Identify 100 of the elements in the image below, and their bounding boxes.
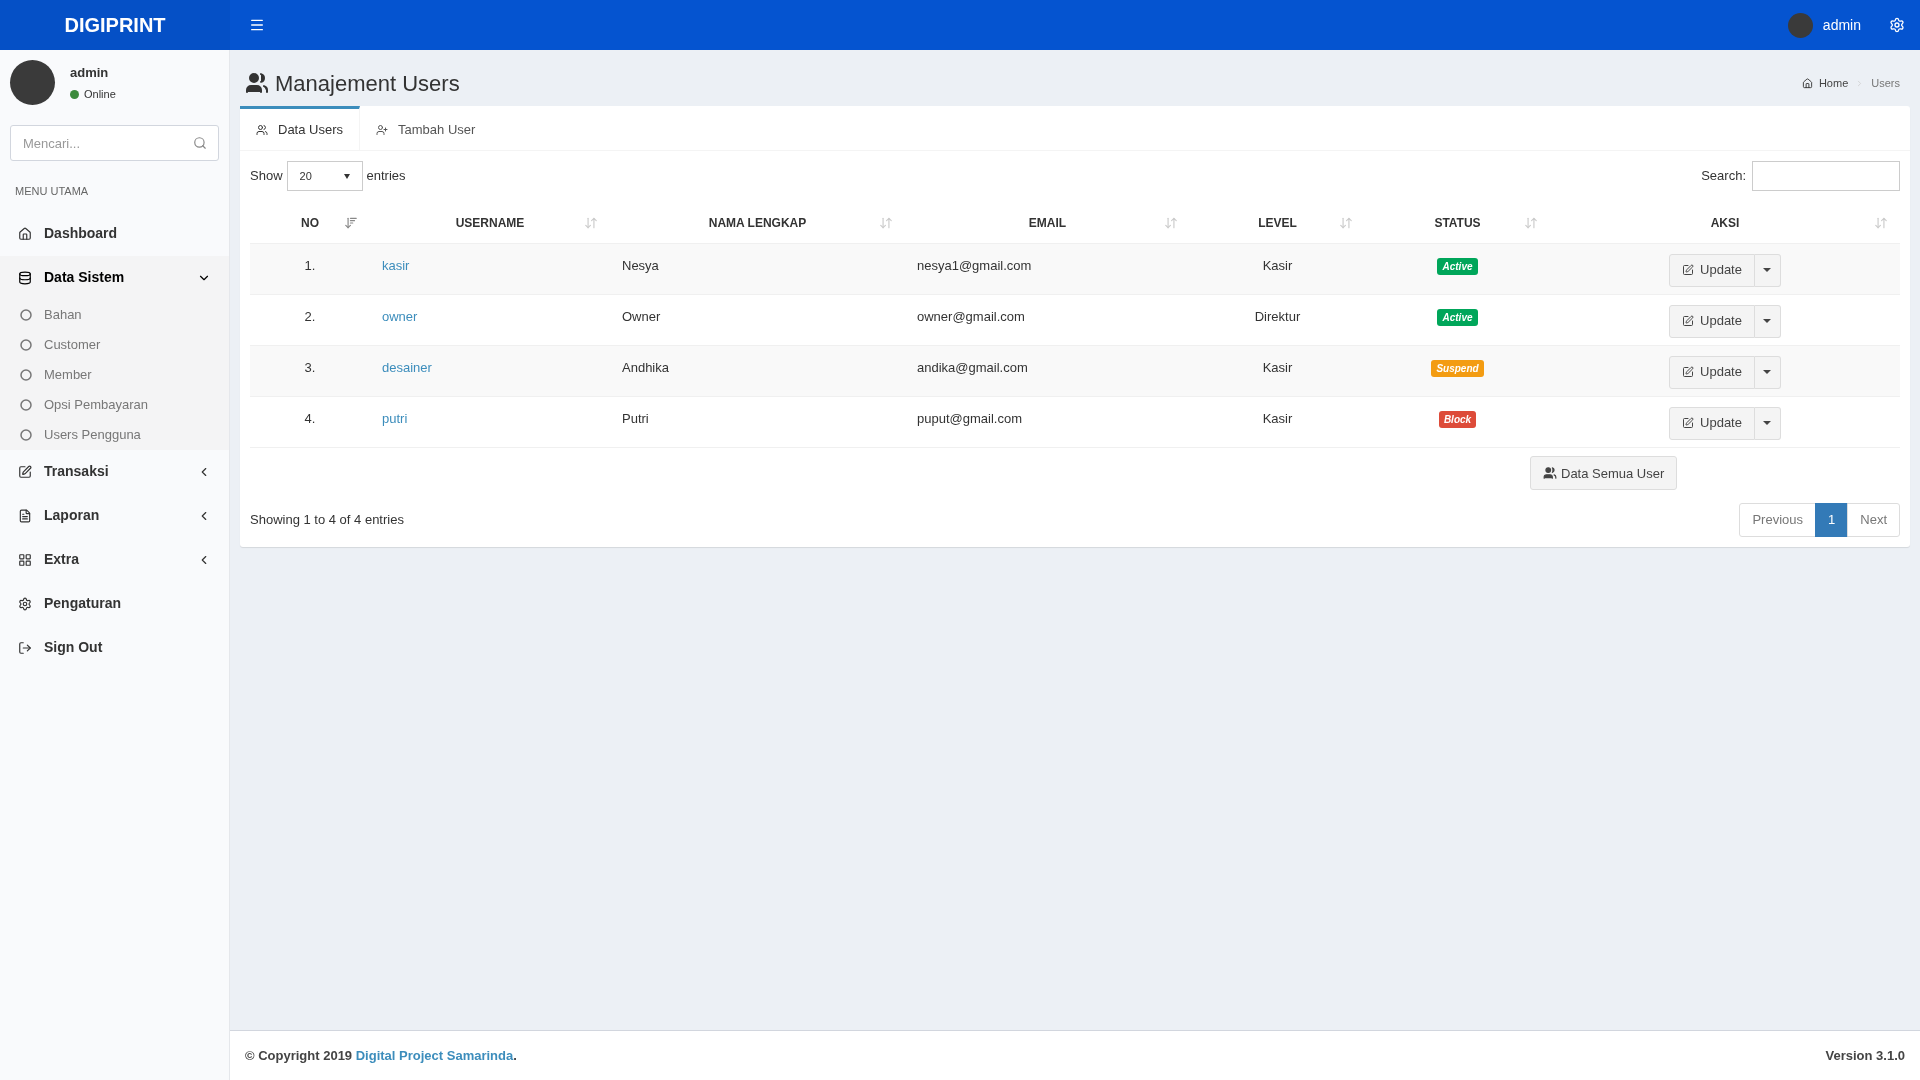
column-header[interactable]: USERNAME <box>455 215 525 230</box>
update-button[interactable]: Update <box>1669 253 1755 287</box>
submenu-item[interactable]: Users Pengguna <box>0 419 229 450</box>
user-menu[interactable]: admin <box>1822 14 1861 36</box>
entries-label: entries <box>366 167 407 186</box>
row-number: 2. <box>304 308 316 324</box>
menu-label: Pengaturan <box>44 594 122 613</box>
sort-icon[interactable] <box>1874 216 1888 230</box>
column-header[interactable]: EMAIL <box>1028 215 1067 230</box>
circle-icon <box>20 338 32 351</box>
table-cell: Kasir <box>1262 410 1293 426</box>
circle-icon <box>20 398 32 411</box>
sort-icon[interactable] <box>879 216 893 230</box>
column-header[interactable]: NAMA LENGKAP <box>708 215 807 230</box>
grid-icon <box>18 552 32 567</box>
username-link[interactable]: owner <box>382 308 418 324</box>
sort-icon[interactable] <box>1164 216 1178 230</box>
menu-item[interactable]: Pengaturan <box>0 581 229 626</box>
settings-icon <box>18 596 32 611</box>
circle-icon <box>20 308 32 321</box>
table-cell: Kasir <box>1262 257 1293 273</box>
settings-icon[interactable] <box>1889 17 1905 33</box>
breadcrumb-item[interactable]: Home <box>1818 74 1849 92</box>
table-cell: Andhika <box>622 359 669 375</box>
menu-item[interactable]: Transaksi <box>0 449 229 494</box>
row-number: 1. <box>304 257 316 273</box>
column-header[interactable]: AKSI <box>1710 215 1740 230</box>
username-link[interactable]: kasir <box>382 257 410 273</box>
menu-item[interactable]: Dashboard <box>0 211 229 256</box>
edit-icon <box>1682 264 1695 276</box>
users-icon <box>1543 466 1557 481</box>
submenu-item[interactable]: Opsi Pembayaran <box>0 389 229 420</box>
sort-ascending-icon[interactable] <box>344 216 358 230</box>
sort-icon[interactable] <box>1339 216 1353 230</box>
update-button[interactable]: Update <box>1669 304 1755 338</box>
search-label: Search: <box>1701 167 1746 186</box>
tab[interactable]: Tambah User <box>360 106 492 150</box>
update-button[interactable]: Update <box>1669 406 1755 440</box>
column-header[interactable]: STATUS <box>1434 215 1481 230</box>
dropdown-toggle[interactable] <box>1754 355 1781 389</box>
tab[interactable]: Data Users <box>240 106 361 150</box>
dropdown-toggle[interactable] <box>1754 253 1781 287</box>
submenu-item[interactable]: Bahan <box>0 299 229 330</box>
brand-logo[interactable]: DIGIPRINT <box>0 0 230 50</box>
submenu-item[interactable]: Member <box>0 359 229 390</box>
menu-label: Data Sistem <box>44 268 126 287</box>
column-header[interactable]: NO <box>301 215 319 230</box>
menu-item[interactable]: Extra <box>0 537 229 582</box>
menu-item[interactable]: Laporan <box>0 493 229 538</box>
circle-icon <box>20 428 32 441</box>
user-name: admin <box>70 63 110 82</box>
menu-item[interactable]: Data Sistem <box>0 255 229 300</box>
status-text: Online <box>84 87 116 102</box>
show-label: Show <box>250 167 283 186</box>
row-number: 4. <box>304 410 316 426</box>
pagination-button[interactable]: Previous <box>1739 503 1817 537</box>
users-icon <box>245 71 269 95</box>
column-header[interactable]: LEVEL <box>1258 215 1297 230</box>
dropdown-toggle[interactable] <box>1754 304 1781 338</box>
dropdown-toggle[interactable] <box>1754 406 1781 440</box>
table-info: Showing 1 to 4 of 4 entries <box>250 511 405 530</box>
status-badge: Block <box>1438 410 1477 428</box>
pagination-button[interactable]: Next <box>1847 503 1900 537</box>
table-cell: Direktur <box>1254 308 1301 324</box>
document-icon <box>18 508 32 523</box>
sort-icon[interactable] <box>584 216 598 230</box>
search-field[interactable]: Mencari... <box>10 125 219 161</box>
table-search-field[interactable] <box>1752 161 1900 191</box>
table-cell: Nesya <box>622 257 659 273</box>
copyright-text: © Copyright 2019 Digital Project Samarinda. <box>245 1046 518 1065</box>
menu-label: Laporan <box>44 506 101 525</box>
table-cell: nesya1@gmail.com <box>917 257 1032 273</box>
username-link[interactable]: putri <box>382 410 408 426</box>
home-icon <box>18 226 32 241</box>
table-cell: Putri <box>622 410 649 426</box>
pagination-button[interactable]: 1 <box>1815 503 1849 537</box>
update-button[interactable]: Update <box>1669 355 1755 389</box>
search-icon[interactable] <box>193 136 207 150</box>
caret-icon <box>343 173 350 179</box>
row-number: 3. <box>304 359 316 375</box>
table-cell: Owner <box>622 308 661 324</box>
menu-header: MENU UTAMA <box>14 184 90 199</box>
menu-item[interactable]: Sign Out <box>0 625 229 670</box>
all-users-button[interactable]: Data Semua User <box>1530 456 1678 491</box>
status-badge: Active <box>1437 308 1478 326</box>
table-cell: owner@gmail.com <box>917 308 1025 324</box>
caret-icon <box>1763 319 1772 323</box>
add-user-icon <box>376 123 389 136</box>
menu-label: Dashboard <box>44 224 119 243</box>
page-title: Manajement Users <box>275 69 461 98</box>
sort-icon[interactable] <box>1524 216 1538 230</box>
submenu-item[interactable]: Customer <box>0 329 229 360</box>
length-select[interactable]: 20 <box>286 161 363 191</box>
version-text: Version 3.1.0 <box>1825 1046 1905 1065</box>
username-link[interactable]: desainer <box>382 359 432 375</box>
table-cell: Kasir <box>1262 359 1293 375</box>
menu-icon[interactable] <box>249 17 265 33</box>
edit-icon <box>1682 417 1695 429</box>
database-icon <box>18 270 32 285</box>
edit-icon <box>1682 315 1695 327</box>
